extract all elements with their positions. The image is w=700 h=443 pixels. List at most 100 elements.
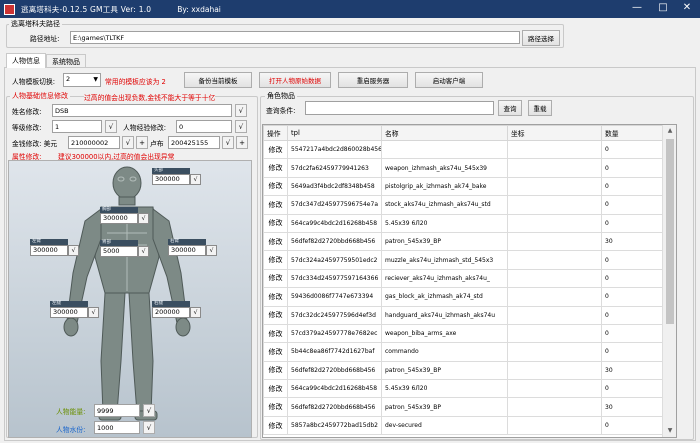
energy-label: 人物能量: bbox=[56, 408, 86, 416]
exp-confirm-button[interactable]: √ bbox=[235, 120, 247, 133]
tab-character-info[interactable]: 人物信息 bbox=[6, 53, 46, 68]
table-row[interactable]: 修改 5b44c8ea86f7742d1627baf commando 0 bbox=[263, 342, 664, 362]
table-row[interactable]: 修改 59436d0086f7747e673394 gas_block_ak_izh… bbox=[263, 287, 664, 307]
open-raw-data-button[interactable]: 打开人物原始数据 bbox=[259, 72, 331, 88]
usd-add-button[interactable]: + bbox=[136, 136, 148, 149]
table-row[interactable]: 修改 56dfef82d2720bbd668b456 patron_545x39_B… bbox=[263, 397, 664, 417]
chest-value[interactable]: 300000 bbox=[100, 213, 138, 224]
restart-server-button[interactable]: 重启服务器 bbox=[338, 72, 408, 88]
name-input[interactable] bbox=[52, 104, 232, 117]
maximize-button[interactable]: □ bbox=[652, 0, 674, 18]
table-row[interactable]: 修改 57dc32dc245977596d4ef3d handguard_aks74… bbox=[263, 305, 664, 325]
template-select[interactable]: 2 ▼ bbox=[63, 73, 101, 87]
name-confirm-button[interactable]: √ bbox=[235, 104, 247, 117]
scroll-down-icon[interactable]: ▼ bbox=[663, 425, 676, 437]
table-row[interactable]: 修改 564ca99c4bdc2d16268b458 5.45x39 6Л20 0 bbox=[263, 213, 664, 233]
op-cell[interactable]: 修改 bbox=[263, 268, 288, 289]
rub-input[interactable] bbox=[168, 136, 220, 149]
tab-system-items[interactable]: 系统物品 bbox=[46, 54, 86, 68]
water-input[interactable] bbox=[94, 421, 140, 434]
table-row[interactable]: 修改 5547217a4bdc2d860028b456 0 bbox=[263, 139, 664, 160]
op-cell[interactable]: 修改 bbox=[263, 305, 288, 325]
table-row[interactable]: 修改 57dc334d245977597164366 reciever_aks74u… bbox=[263, 268, 664, 289]
backup-template-button[interactable]: 备份当前模板 bbox=[184, 72, 252, 88]
op-cell[interactable]: 修改 bbox=[263, 250, 288, 270]
name-cell: dev-secured bbox=[381, 415, 508, 436]
left-arm-value[interactable]: 300000 bbox=[30, 245, 68, 256]
tpl-cell: 56dfef82d2720bbd668b456 bbox=[287, 231, 382, 252]
stomach-value[interactable]: 5000 bbox=[100, 246, 138, 257]
col-operation[interactable]: 操作 bbox=[263, 125, 288, 141]
energy-input[interactable] bbox=[94, 404, 140, 417]
op-cell[interactable]: 修改 bbox=[263, 415, 288, 436]
head-confirm-button[interactable]: √ bbox=[190, 174, 201, 185]
path-select-button[interactable]: 路径选择 bbox=[522, 30, 560, 46]
left-leg-value[interactable]: 300000 bbox=[50, 307, 88, 318]
template-label: 人物模板切换: bbox=[12, 78, 56, 86]
minimize-button[interactable]: — bbox=[626, 0, 648, 18]
left-leg-confirm-button[interactable]: √ bbox=[88, 307, 99, 318]
right-arm-confirm-button[interactable]: √ bbox=[206, 245, 217, 256]
usd-confirm-button[interactable]: √ bbox=[122, 136, 134, 149]
quantity-cell: 0 bbox=[601, 305, 664, 325]
col-tpl[interactable]: tpl bbox=[287, 125, 382, 141]
op-cell[interactable]: 修改 bbox=[263, 139, 288, 160]
table-row[interactable]: 修改 5857a8bc2459772bad15db2 dev-secured 0 bbox=[263, 415, 664, 436]
table-row[interactable]: 修改 56dfef82d2720bbd668b456 patron_545x39_B… bbox=[263, 231, 664, 252]
rub-confirm-button[interactable]: √ bbox=[222, 136, 234, 149]
op-cell[interactable]: 修改 bbox=[263, 287, 288, 307]
op-cell[interactable]: 修改 bbox=[263, 397, 288, 417]
path-input[interactable] bbox=[70, 31, 520, 44]
level-confirm-button[interactable]: √ bbox=[105, 120, 117, 133]
op-cell[interactable]: 修改 bbox=[263, 213, 288, 233]
op-cell[interactable]: 修改 bbox=[263, 195, 288, 215]
head-value[interactable]: 300000 bbox=[152, 174, 190, 185]
op-cell[interactable]: 修改 bbox=[263, 176, 288, 197]
usd-input[interactable] bbox=[68, 136, 120, 149]
right-arm-value[interactable]: 300000 bbox=[168, 245, 206, 256]
start-client-button[interactable]: 启动客户端 bbox=[415, 72, 483, 88]
table-row[interactable]: 修改 57dc2fa62459779941263 weapon_izhmash_ak… bbox=[263, 158, 664, 178]
water-confirm-button[interactable]: √ bbox=[143, 421, 155, 434]
items-grid: 操作 tpl 名称 坐标 数量 修改 5547217a4bdc2d860028b4… bbox=[262, 124, 677, 438]
col-position[interactable]: 坐标 bbox=[507, 125, 602, 141]
quantity-cell: 0 bbox=[601, 287, 664, 307]
query-input[interactable] bbox=[305, 101, 494, 115]
items-scrollbar[interactable]: ▲ ▼ bbox=[662, 125, 676, 437]
table-row[interactable]: 修改 564ca99c4bdc2d16268b458 5.45x39 6Л20 0 bbox=[263, 379, 664, 399]
col-quantity[interactable]: 数量 bbox=[601, 125, 664, 141]
table-row[interactable]: 修改 57dc324a24597759501edc2 muzzle_aks74u_i… bbox=[263, 250, 664, 270]
quantity-cell: 0 bbox=[601, 250, 664, 270]
scroll-up-icon[interactable]: ▲ bbox=[663, 125, 676, 137]
level-input[interactable] bbox=[52, 120, 102, 133]
table-row[interactable]: 修改 57cd379a24597778e7682ec weapon_biba_arm… bbox=[263, 323, 664, 344]
stomach-confirm-button[interactable]: √ bbox=[138, 246, 149, 257]
table-row[interactable]: 修改 57dc347d245977596754e7a stock_aks74u_iz… bbox=[263, 195, 664, 215]
op-cell[interactable]: 修改 bbox=[263, 342, 288, 362]
water-label: 人物水份: bbox=[56, 426, 86, 434]
rub-add-button[interactable]: + bbox=[236, 136, 248, 149]
table-row[interactable]: 修改 5649ad3f4bdc2df8348b458 pistolgrip_ak_i… bbox=[263, 176, 664, 197]
right-leg-confirm-button[interactable]: √ bbox=[190, 307, 201, 318]
body-figure-panel bbox=[8, 160, 252, 438]
op-cell[interactable]: 修改 bbox=[263, 360, 288, 381]
chest-confirm-button[interactable]: √ bbox=[138, 213, 149, 224]
money-label: 金钱修改: 美元 bbox=[12, 140, 58, 148]
left-arm-confirm-button[interactable]: √ bbox=[68, 245, 79, 256]
exp-input[interactable] bbox=[176, 120, 232, 133]
reload-button[interactable]: 重载 bbox=[528, 100, 552, 116]
name-label: 姓名修改: bbox=[12, 108, 42, 116]
op-cell[interactable]: 修改 bbox=[263, 323, 288, 344]
close-button[interactable]: ✕ bbox=[674, 0, 700, 18]
quantity-cell: 0 bbox=[601, 415, 664, 436]
op-cell[interactable]: 修改 bbox=[263, 379, 288, 399]
op-cell[interactable]: 修改 bbox=[263, 231, 288, 252]
scroll-thumb[interactable] bbox=[666, 139, 674, 324]
query-button[interactable]: 查询 bbox=[498, 100, 522, 116]
op-cell[interactable]: 修改 bbox=[263, 158, 288, 178]
template-hint: 常用的模板应该为 2 bbox=[105, 78, 166, 86]
right-leg-value[interactable]: 200000 bbox=[152, 307, 190, 318]
table-row[interactable]: 修改 56dfef82d2720bbd668b456 patron_545x39_B… bbox=[263, 360, 664, 381]
energy-confirm-button[interactable]: √ bbox=[143, 404, 155, 417]
col-name[interactable]: 名称 bbox=[381, 125, 508, 141]
